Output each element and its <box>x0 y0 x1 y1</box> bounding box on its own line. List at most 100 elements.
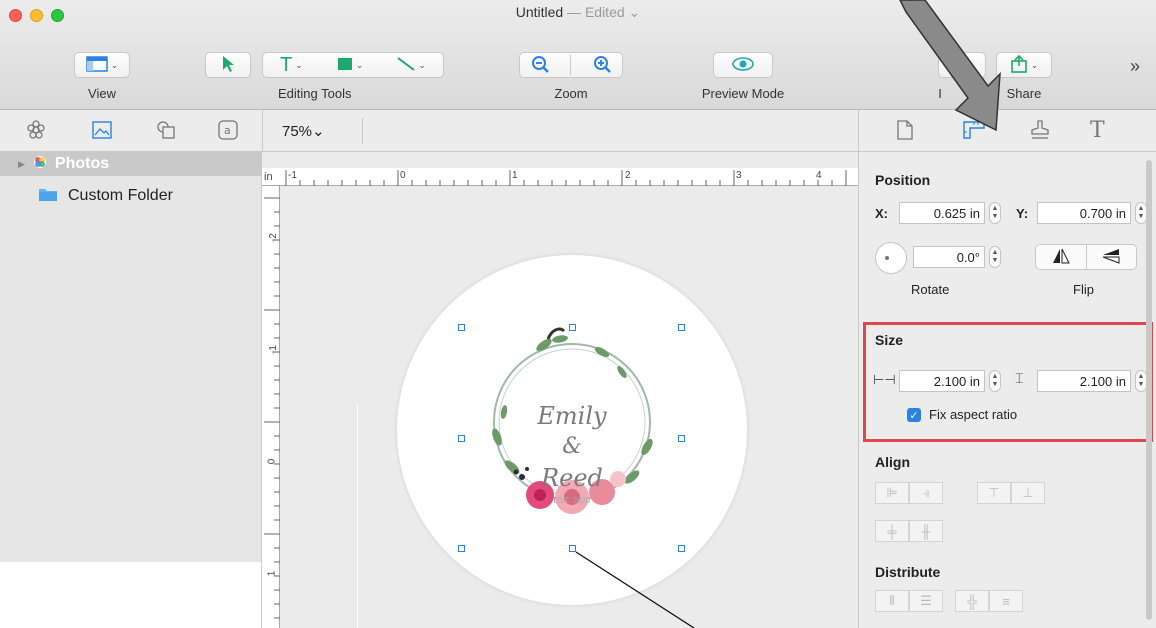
selection-handle[interactable] <box>678 435 685 442</box>
rotate-wheel[interactable] <box>875 242 907 274</box>
ruler-tick-label: 2 <box>625 170 631 181</box>
distribute-vertical-button[interactable]: ☰ <box>909 590 943 612</box>
ruler-tick-label: -1 <box>288 170 297 181</box>
rotate-stepper[interactable]: ▲ ▼ <box>989 246 1001 268</box>
ruler-tick-label: 0 <box>400 170 406 181</box>
arrow-pointer-icon <box>220 55 236 76</box>
vertical-ruler-ticks <box>264 197 280 619</box>
photos-library-icon[interactable] <box>92 120 112 143</box>
width-field[interactable]: 2.100 in <box>899 370 985 392</box>
ruler-tick-label: 4 <box>816 170 822 181</box>
align-center-button[interactable]: ╪ <box>875 520 909 542</box>
ruler-tick-label: 3 <box>736 170 742 181</box>
align-middle-icon: ╫ <box>921 523 931 539</box>
effects-icon[interactable] <box>26 120 46 143</box>
width-icon: ⊢⊣ <box>873 372 896 387</box>
shapes-library-icon[interactable] <box>156 120 176 143</box>
window-title[interactable]: Untitled — Edited ⌄ <box>0 4 1156 21</box>
align-middle-button[interactable]: ╫ <box>909 520 943 542</box>
x-label: X: <box>875 206 888 221</box>
text-tab-icon[interactable]: T <box>1090 118 1105 143</box>
rotate-field[interactable]: 0.0° <box>913 246 985 268</box>
y-position-field[interactable]: 0.700 in <box>1037 202 1131 224</box>
distribute-heading: Distribute <box>875 564 941 580</box>
fix-aspect-checkbox[interactable]: ✓ <box>907 408 921 422</box>
view-icon <box>85 55 108 75</box>
align-left-button[interactable]: ⊫ <box>875 482 909 504</box>
stamp-tab-icon[interactable] <box>1030 120 1050 143</box>
height-field[interactable]: 2.100 in <box>1037 370 1131 392</box>
x-position-field[interactable]: 0.625 in <box>899 202 985 224</box>
align-right-button[interactable]: ⫣ <box>909 482 943 504</box>
inspector-toggle-button[interactable]: ⌄ <box>938 52 986 78</box>
align-bottom-icon: ⊥ <box>1022 485 1034 500</box>
design-est: EST. 2020 <box>553 496 591 505</box>
position-heading: Position <box>875 172 931 188</box>
page-edge <box>357 404 358 628</box>
x-stepper[interactable]: ▲ ▼ <box>989 202 1001 224</box>
disclosure-triangle-icon[interactable]: ▶ <box>18 159 25 170</box>
sidebar-item-label: Photos <box>54 155 110 172</box>
space-horizontal-icon: ╬ <box>967 593 977 609</box>
zoom-in-icon <box>593 55 612 76</box>
align-top-button[interactable]: ⊤ <box>977 482 1011 504</box>
flip-horizontal-button[interactable] <box>1036 245 1087 269</box>
selection-handle[interactable] <box>569 324 576 331</box>
selection-handle[interactable] <box>458 545 465 552</box>
distribute-vertical-icon: ☰ <box>920 593 932 608</box>
align-center-icon: ╪ <box>887 523 897 539</box>
zoom-out-button[interactable] <box>531 55 549 76</box>
ruler-tick-label: -1 <box>267 345 279 354</box>
zoom-in-button[interactable] <box>593 55 612 76</box>
selection-handle[interactable] <box>458 435 465 442</box>
zoom-divider <box>570 55 572 75</box>
design-name-2: Reed <box>541 464 603 492</box>
zoom-level-dropdown[interactable]: 75%⌄ <box>282 122 325 140</box>
sidebar-item-custom-folder[interactable]: Custom Folder <box>0 184 262 208</box>
select-tool-button[interactable] <box>205 52 251 78</box>
ruler-tick-label: 1 <box>512 170 518 181</box>
text-icon: T <box>280 53 293 76</box>
space-vertical-button[interactable]: ≡ <box>989 590 1023 612</box>
canvas[interactable]: in -1 0 1 2 3 4 -2 -1 0 1 Emily & Reed E… <box>262 152 858 628</box>
eye-icon <box>732 56 754 75</box>
text-tool-button[interactable]: T ⌄ <box>280 54 303 77</box>
selection-handle[interactable] <box>458 324 465 331</box>
editing-tools-label: Editing Tools <box>278 86 352 101</box>
align-bottom-button[interactable]: ⊥ <box>1011 482 1045 504</box>
flip-vertical-button[interactable] <box>1087 245 1137 269</box>
document-tab-icon[interactable] <box>896 120 914 143</box>
ruler-arrange-tab-icon[interactable] <box>962 120 986 143</box>
inspector-panel: Position X: 0.625 in ▲ ▼ Y: 0.700 in ▲ ▼ 0… <box>858 152 1156 628</box>
sidebar-footer <box>0 562 262 628</box>
preview-mode-button[interactable] <box>713 52 773 78</box>
line-tool-button[interactable]: ⌄ <box>397 56 426 74</box>
inspector-scrollbar[interactable] <box>1146 160 1152 620</box>
selection-handle[interactable] <box>569 545 576 552</box>
selection-handle[interactable] <box>678 545 685 552</box>
sidebar-item-photos[interactable]: ▶ Photos <box>0 152 262 176</box>
ruler-tick-label: 1 <box>266 570 278 577</box>
shape-tool-button[interactable]: ⌄ <box>337 57 363 74</box>
zoom-label: Zoom <box>554 86 588 101</box>
flip-label: Flip <box>1073 282 1094 297</box>
text-library-icon[interactable]: a <box>218 120 238 143</box>
zoom-out-icon <box>531 55 549 76</box>
share-button[interactable]: ⌄ <box>996 52 1052 78</box>
folder-icon <box>38 186 58 207</box>
zoom-group <box>519 52 623 78</box>
view-button[interactable]: ⌄ <box>74 52 130 78</box>
space-vertical-icon: ≡ <box>1002 593 1010 609</box>
width-stepper[interactable]: ▲ ▼ <box>989 370 1001 392</box>
design-ampersand: & <box>562 434 582 459</box>
zoom-divider-line <box>362 118 363 144</box>
distribute-horizontal-icon: ⦀ <box>889 593 895 608</box>
space-horizontal-button[interactable]: ╬ <box>955 590 989 612</box>
toolbar-overflow-button[interactable]: » <box>1130 56 1140 77</box>
sidebar: ▶ Photos Custom Folder <box>0 152 262 562</box>
distribute-horizontal-button[interactable]: ⦀ <box>875 590 909 612</box>
selection-handle[interactable] <box>678 324 685 331</box>
design-name-1: Emily <box>537 402 607 430</box>
align-top-icon: ⊤ <box>988 485 1000 500</box>
flip-group <box>1035 244 1137 270</box>
